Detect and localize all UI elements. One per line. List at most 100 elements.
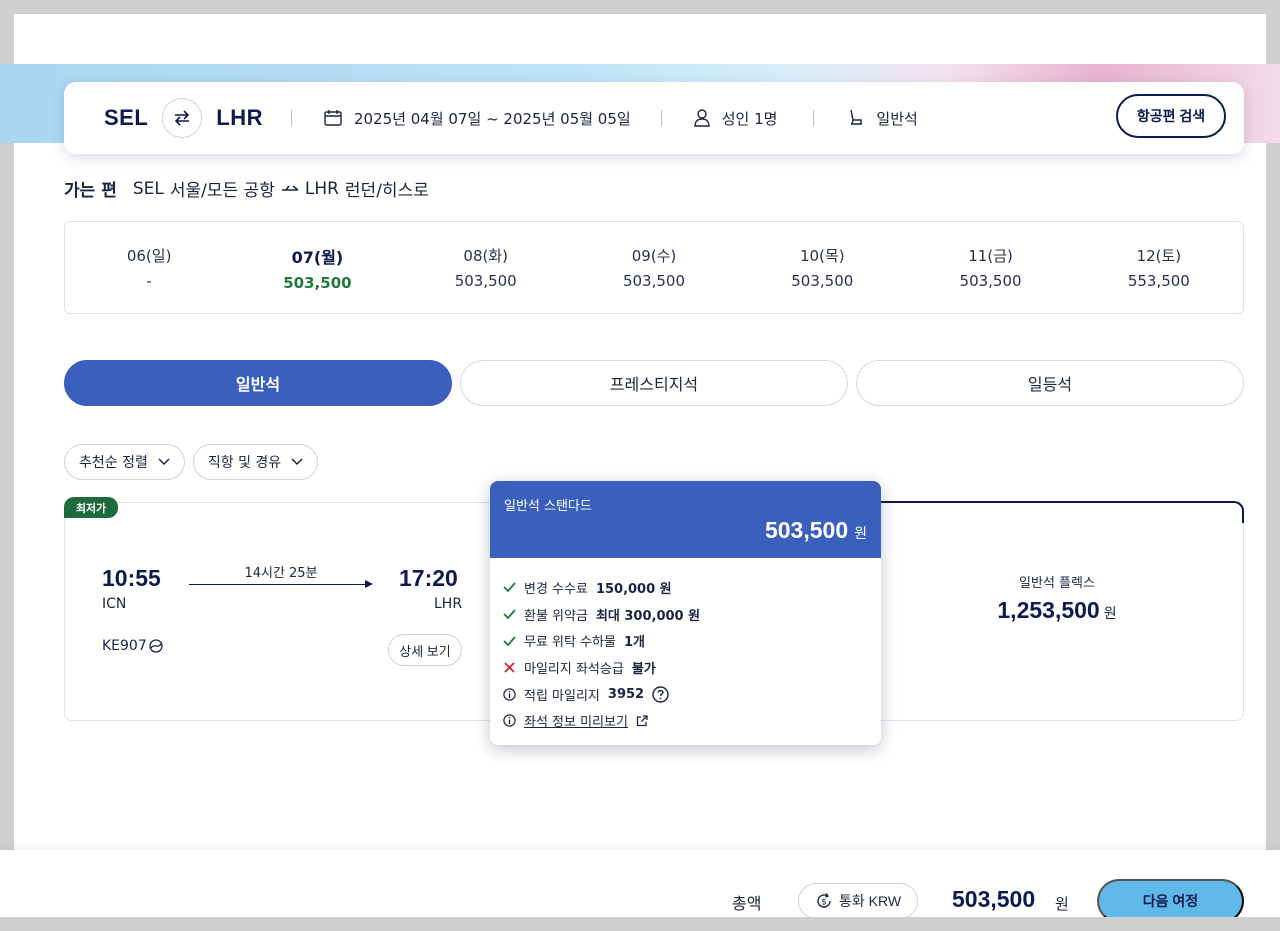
date-selector: 06(일) - 07(월) 503,500 08(화) 503,500 09(수) 50…	[64, 221, 1244, 314]
rule-upgrade: 마일리지 좌석승급 불가	[502, 654, 869, 681]
total-amount: 503,500	[952, 886, 1036, 912]
seat-preview-link[interactable]: 좌석 정보 미리보기	[524, 711, 628, 730]
date-option[interactable]: 12(토) 553,500	[1075, 222, 1243, 313]
check-icon	[502, 636, 516, 646]
route-origin-name: 서울/모든 공항	[169, 181, 275, 201]
date-option[interactable]: 09(수) 503,500	[570, 222, 738, 313]
route-dest-name: 런던/히스로	[344, 181, 429, 201]
plane-arrow-icon	[281, 184, 299, 191]
date-range[interactable]: 2025년 04월 07일 ~ 2025년 05월 05일	[324, 108, 631, 129]
duration-line	[189, 584, 369, 585]
date-price: 553,500	[1127, 272, 1190, 290]
flex-fare-price: 1,253,500 원	[940, 597, 1174, 624]
flight-duration: 14시간 25분	[244, 566, 318, 581]
popup-fare-title: 일반석 스탠다드	[504, 499, 592, 514]
sort-dropdown[interactable]: 추천순 정렬	[64, 444, 185, 480]
date-price: -	[146, 272, 152, 290]
external-link-icon[interactable]	[636, 715, 648, 727]
sort-label: 추천순 정렬	[79, 455, 148, 471]
rule-value: 최대 300,000 원	[595, 608, 701, 624]
route-label: 가는 편	[64, 181, 117, 201]
divider	[813, 110, 815, 126]
flex-fare-name: 일반석 플렉스	[1019, 576, 1095, 591]
passenger-text: 성인 1명	[721, 109, 778, 128]
fare-rules-list: 변경 수수료 150,000 원 환불 위약금 최대 300,000 원 무료 …	[490, 558, 881, 734]
cabin-class[interactable]: 일반석	[848, 108, 918, 129]
currency-exchange-icon: $	[817, 893, 831, 908]
x-icon	[503, 662, 515, 673]
date-option-selected[interactable]: 07(월) 503,500	[233, 222, 401, 313]
seat-icon	[850, 109, 863, 125]
filter-bar: 추천순 정렬 직항 및 경유	[64, 444, 319, 480]
date-option[interactable]: 08(화) 503,500	[402, 222, 570, 313]
popup-fare-amount: 503,500	[764, 517, 849, 543]
rule-value: 불가	[631, 661, 656, 677]
date-day: 06(일)	[126, 247, 172, 265]
date-day: 09(수)	[631, 247, 677, 265]
arrow-right-icon	[365, 580, 373, 588]
route-origin-code: SEL	[132, 178, 164, 199]
calendar-icon	[324, 110, 342, 126]
rule-value: 1개	[624, 635, 646, 651]
swap-icon	[175, 110, 190, 126]
tab-first[interactable]: 일등석	[856, 360, 1244, 406]
date-option[interactable]: 10(목) 503,500	[738, 222, 906, 313]
search-summary-bar: SEL LHR 2025년 04월 07일 ~ 2025년 05월 05일 성인…	[64, 82, 1244, 154]
date-option[interactable]: 06(일) -	[65, 222, 233, 313]
date-price: 503,500	[791, 272, 854, 290]
currency-label: 통화 KRW	[838, 893, 902, 909]
departure-airport: ICN	[102, 596, 127, 612]
date-price: 503,500	[283, 273, 352, 292]
rule-value: 3952	[607, 686, 645, 702]
rule-label: 마일리지 좌석승급	[524, 661, 624, 677]
outbound-route: 가는 편 SEL 서울/모든 공항 LHR 런던/히스로	[64, 176, 435, 202]
date-price: 503,500	[622, 272, 685, 290]
info-icon	[502, 687, 516, 701]
svg-text:$: $	[821, 898, 827, 908]
airline-logo-icon	[149, 639, 163, 653]
rule-change-fee: 변경 수수료 150,000 원	[502, 574, 869, 601]
date-option[interactable]: 11(금) 503,500	[906, 222, 1074, 313]
stops-dropdown[interactable]: 직항 및 경유	[192, 444, 319, 480]
fare-detail-popup: 일반석 스탠다드 503,500 원 변경 수수료 150,000 원 환불 위약…	[490, 481, 881, 745]
chevron-down-icon	[158, 458, 170, 466]
flight-details-button[interactable]: 상세 보기	[388, 634, 462, 666]
tab-prestige[interactable]: 프레스티지석	[460, 360, 848, 406]
flight-number: KE907	[102, 638, 163, 654]
date-day: 10(목)	[799, 247, 845, 265]
flex-fare-amount: 1,253,500	[997, 597, 1100, 623]
origin-code[interactable]: SEL	[104, 105, 148, 131]
rule-baggage: 무료 위탁 수하물 1개	[502, 627, 869, 654]
popup-header[interactable]: 일반석 스탠다드 503,500 원	[490, 481, 881, 558]
swap-route-button[interactable]	[162, 98, 203, 138]
arrival-airport: LHR	[434, 596, 463, 612]
person-icon	[694, 109, 710, 127]
search-flights-button[interactable]: 항공편 검색	[1116, 94, 1226, 138]
rule-mileage: 적립 마일리지 3952	[502, 681, 869, 708]
total-unit: 원	[1055, 895, 1069, 913]
date-day: 11(금)	[968, 247, 1013, 265]
date-day: 08(화)	[463, 247, 508, 265]
popup-fare-price: 503,500 원	[765, 517, 867, 544]
cabin-text: 일반석	[876, 109, 918, 128]
popup-fare-unit: 원	[854, 525, 867, 541]
seat-preview-row: 좌석 정보 미리보기	[502, 707, 869, 734]
economy-flex-fare[interactable]: 일반석 플렉스 1,253,500 원	[940, 572, 1174, 624]
currency-button[interactable]: $ 통화 KRW	[798, 883, 918, 919]
tab-economy[interactable]: 일반석	[64, 360, 452, 406]
arrival-time: 17:20	[399, 565, 458, 591]
rule-label: 변경 수수료	[524, 581, 588, 597]
date-price: 503,500	[454, 272, 517, 290]
rule-label: 적립 마일리지	[524, 688, 600, 704]
info-icon	[502, 714, 516, 727]
bottom-border	[0, 917, 1280, 931]
rule-label: 무료 위탁 수하물	[524, 635, 616, 651]
route-dest-code: LHR	[304, 178, 339, 199]
passenger-count[interactable]: 성인 1명	[694, 108, 778, 129]
rule-refund: 환불 위약금 최대 300,000 원	[502, 601, 869, 628]
flex-fare-unit: 원	[1103, 605, 1117, 621]
destination-code[interactable]: LHR	[216, 105, 263, 131]
date-day: 12(토)	[1136, 247, 1182, 265]
help-question-icon[interactable]	[652, 685, 669, 703]
stops-label: 직항 및 경유	[207, 455, 282, 471]
